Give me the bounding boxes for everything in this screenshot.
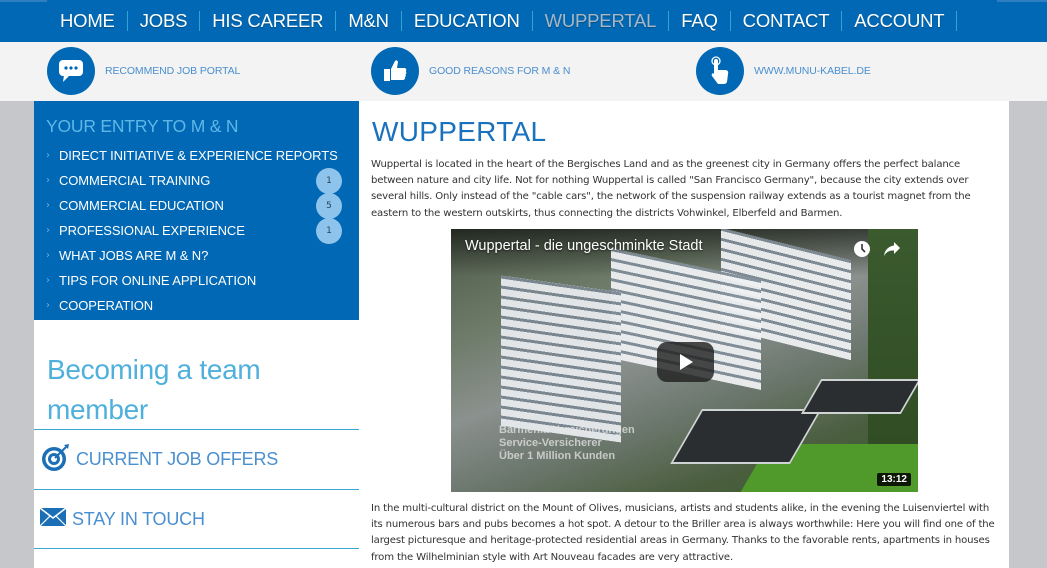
nav-education[interactable]: EDUCATION	[402, 10, 532, 32]
chevron-right-icon: ›	[46, 275, 50, 286]
thumbs-up-icon	[371, 47, 419, 95]
sidebar-item-label: WHAT JOBS ARE M & N?	[59, 248, 209, 263]
nav-accent	[0, 0, 47, 2]
play-button[interactable]	[657, 342, 714, 382]
sidebar-item-tips[interactable]: › TIPS FOR ONLINE APPLICATION	[34, 268, 359, 293]
nav-wuppertal[interactable]: WUPPERTAL	[533, 10, 669, 32]
sidebar-item-label: COMMERCIAL TRAINING	[59, 173, 211, 188]
sidebar-item-what-jobs[interactable]: › WHAT JOBS ARE M & N?	[34, 243, 359, 268]
top-navigation: HOME JOBS HIS CAREER M&N EDUCATION WUPPE…	[0, 0, 1047, 42]
target-icon	[40, 443, 70, 477]
sidebar: YOUR ENTRY TO M & N › DIRECT INITIATIVE …	[34, 101, 359, 568]
chevron-right-icon: ›	[46, 175, 50, 186]
share-icon[interactable]	[882, 239, 902, 259]
quicklink-website[interactable]: WWW.MUNU-KABEL.DE	[696, 47, 871, 95]
sidebar-item-commercial-training[interactable]: › COMMERCIAL TRAINING 1	[34, 168, 359, 194]
current-job-offers-label: CURRENT JOB OFFERS	[76, 449, 279, 469]
video-thumbnail-pool	[800, 379, 918, 414]
intro-paragraph: Wuppertal is located in the heart of the…	[371, 159, 971, 219]
count-badge: 1	[316, 218, 342, 244]
chevron-right-icon: ›	[46, 250, 50, 261]
nav-account[interactable]: ACCOUNT	[842, 10, 956, 32]
sidebar-item-label: TIPS FOR ONLINE APPLICATION	[59, 273, 257, 288]
quicklink-good-reasons[interactable]: GOOD REASONS FOR M & N	[371, 47, 570, 95]
chevron-right-icon: ›	[46, 150, 50, 161]
nav-separator	[956, 11, 958, 31]
overlay-line: Service-Versicherer	[499, 437, 602, 449]
nav-faq[interactable]: FAQ	[669, 10, 729, 32]
count-badge: 1	[316, 168, 342, 194]
video-duration: 13:12	[877, 473, 911, 486]
chevron-right-icon: ›	[46, 200, 50, 211]
current-job-offers-link[interactable]: CURRENT JOB OFFERS	[34, 430, 359, 490]
sidebar-item-commercial-education[interactable]: › COMMERCIAL EDUCATION 5	[34, 193, 359, 219]
nav-contact[interactable]: CONTACT	[731, 10, 842, 32]
quicklink-label: GOOD REASONS FOR M & N	[429, 65, 571, 77]
sidebar-item-label: COMMERCIAL EDUCATION	[59, 198, 224, 213]
sidebar-item-label: DIRECT INITIATIVE & EXPERIENCE REPORTS	[59, 148, 338, 163]
overlay-line: Barmenia Versicherungen	[499, 424, 635, 436]
page-title: WUPPERTAL	[372, 116, 547, 147]
count-badge: 5	[316, 193, 342, 219]
nav-list: HOME JOBS HIS CAREER M&N EDUCATION WUPPE…	[48, 0, 958, 42]
nav-his-career[interactable]: HIS CAREER	[200, 10, 335, 32]
nav-mn[interactable]: M&N	[336, 10, 401, 32]
play-icon	[679, 354, 693, 370]
stay-in-touch-label: STAY IN TOUCH	[72, 508, 205, 529]
watch-later-icon[interactable]	[852, 239, 872, 259]
team-heading: Becoming a team member	[47, 354, 261, 425]
video-player[interactable]: Wuppertal - die ungeschminkte Stadt Barm…	[451, 229, 918, 492]
sidebar-item-direct-initiative[interactable]: › DIRECT INITIATIVE & EXPERIENCE REPORTS	[34, 143, 359, 168]
quick-links-bar: RECOMMEND JOB PORTAL GOOD REASONS FOR M …	[0, 42, 1047, 101]
video-thumbnail-building	[501, 275, 621, 443]
envelope-icon	[39, 507, 67, 530]
team-block: Becoming a team member	[34, 320, 359, 430]
overlay-line: Über 1 Million Kunden	[499, 450, 616, 462]
sidebar-item-label: COOPERATION	[59, 298, 154, 313]
chat-bubble-icon	[47, 47, 95, 95]
main-content: WUPPERTAL Wuppertal is located in the he…	[359, 101, 1009, 568]
second-paragraph: In the multi-cultural district on the Mo…	[371, 503, 995, 563]
chevron-right-icon: ›	[46, 300, 50, 311]
pointing-hand-icon	[696, 47, 744, 95]
sidebar-item-cooperation[interactable]: › COOPERATION	[34, 293, 359, 318]
sidebar-item-professional-experience[interactable]: › PROFESSIONAL EXPERIENCE 1	[34, 218, 359, 244]
video-title[interactable]: Wuppertal - die ungeschminkte Stadt	[465, 238, 703, 254]
quicklink-label: WWW.MUNU-KABEL.DE	[754, 65, 871, 77]
chevron-right-icon: ›	[46, 225, 50, 236]
quicklink-recommend[interactable]: RECOMMEND JOB PORTAL	[47, 47, 240, 95]
sidebar-item-label: PROFESSIONAL EXPERIENCE	[59, 223, 245, 238]
quicklink-label: RECOMMEND JOB PORTAL	[105, 65, 241, 77]
video-overlay-text: Barmenia Versicherungen Service-Versiche…	[499, 424, 635, 463]
nav-home[interactable]: HOME	[48, 10, 127, 32]
entry-menu-title: YOUR ENTRY TO M & N	[46, 116, 239, 136]
nav-accent	[997, 0, 1047, 2]
stay-in-touch-link[interactable]: STAY IN TOUCH	[34, 490, 359, 549]
entry-menu: YOUR ENTRY TO M & N › DIRECT INITIATIVE …	[34, 101, 359, 320]
nav-jobs[interactable]: JOBS	[128, 10, 200, 32]
